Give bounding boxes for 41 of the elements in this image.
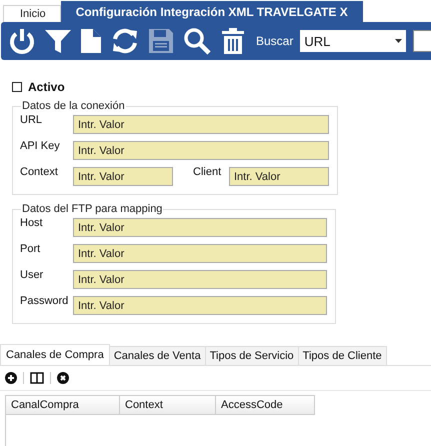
refresh-icon[interactable] bbox=[110, 26, 140, 56]
field-label: Host bbox=[20, 217, 44, 229]
search-label: Buscar bbox=[256, 34, 294, 48]
field-label: Client bbox=[193, 166, 222, 178]
column-header[interactable]: Context bbox=[119, 395, 216, 415]
tab[interactable]: Tipos de Servicio bbox=[204, 346, 299, 365]
tab[interactable]: Canales de Compra bbox=[0, 344, 110, 365]
input-field[interactable]: Intr. Valor bbox=[73, 167, 173, 186]
group-title: Datos de la conexión bbox=[21, 100, 126, 112]
tab[interactable]: Configuración Integración XML TRAVELGATE X bbox=[60, 1, 363, 22]
column-header[interactable]: CanalCompra bbox=[5, 395, 120, 415]
group-title: Datos del FTP para mapping bbox=[21, 203, 164, 215]
column-header[interactable]: AccessCode bbox=[215, 395, 315, 415]
search-icon[interactable] bbox=[182, 26, 212, 56]
checkbox-label: Activo bbox=[28, 80, 65, 94]
power-icon[interactable] bbox=[7, 26, 37, 56]
input-field[interactable]: Intr. Valor bbox=[73, 141, 329, 160]
search-dropdown[interactable]: URL bbox=[300, 30, 406, 52]
input-field[interactable]: Intr. Valor bbox=[73, 244, 327, 263]
field-label: Port bbox=[20, 243, 42, 255]
columns-icon[interactable] bbox=[30, 372, 44, 384]
search-field[interactable] bbox=[413, 30, 431, 52]
add-icon[interactable] bbox=[5, 372, 17, 384]
caret-icon[interactable] bbox=[395, 39, 402, 43]
field-label: API Key bbox=[20, 140, 61, 152]
field-label: Password bbox=[20, 295, 70, 307]
input-field[interactable]: Intr. Valor bbox=[73, 218, 327, 237]
input-field[interactable]: Intr. Valor bbox=[73, 270, 327, 289]
tab[interactable]: Canales de Venta bbox=[108, 346, 206, 365]
input-field[interactable]: Intr. Valor bbox=[73, 296, 327, 315]
input-field[interactable]: Intr. Valor bbox=[73, 115, 329, 134]
field-label: Context bbox=[20, 166, 59, 178]
input-field[interactable]: Intr. Valor bbox=[229, 167, 329, 186]
tab[interactable]: Tipos de Cliente bbox=[298, 346, 387, 365]
field-label: User bbox=[20, 269, 44, 281]
tab[interactable]: Inicio bbox=[3, 5, 61, 22]
trash-icon[interactable] bbox=[219, 26, 247, 56]
checkbox[interactable] bbox=[12, 82, 22, 92]
field-label: URL bbox=[20, 114, 44, 126]
remove-icon[interactable] bbox=[57, 372, 69, 384]
new-document-icon[interactable] bbox=[79, 26, 103, 56]
